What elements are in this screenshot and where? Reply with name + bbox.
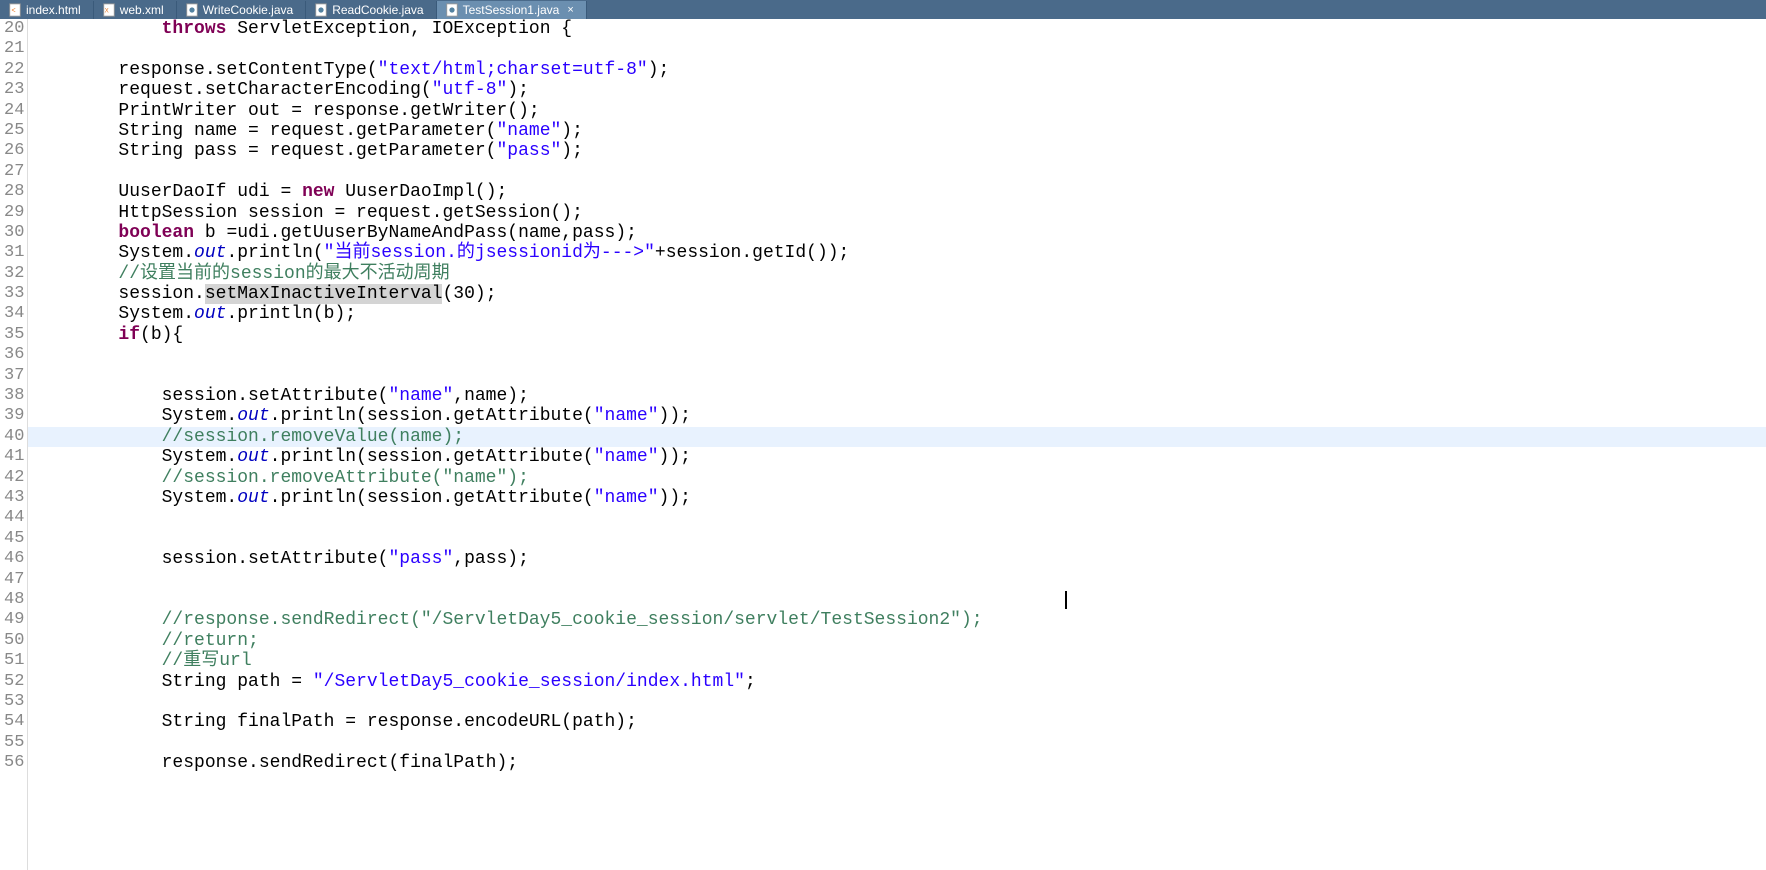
line-number: 54 bbox=[0, 712, 23, 732]
code-line[interactable]: session.setAttribute("name",name); bbox=[28, 386, 1766, 406]
line-number: 32 bbox=[0, 264, 23, 284]
code-line[interactable]: System.out.println(b); bbox=[28, 304, 1766, 324]
code-line[interactable]: System.out.println(session.getAttribute(… bbox=[28, 488, 1766, 508]
tab-readcookie-java[interactable]: ReadCookie.java bbox=[306, 1, 436, 19]
code-line[interactable]: if(b){ bbox=[28, 325, 1766, 345]
tab-bar: < index.html X web.xml WriteCookie.java … bbox=[0, 0, 1766, 19]
line-number: 52 bbox=[0, 672, 23, 692]
code-line[interactable]: System.out.println("当前session.的jsessioni… bbox=[28, 243, 1766, 263]
line-number: 40 bbox=[0, 427, 23, 447]
code-line[interactable] bbox=[28, 508, 1766, 528]
line-number: 30 bbox=[0, 223, 23, 243]
code-line[interactable] bbox=[28, 692, 1766, 712]
html-file-icon: < bbox=[8, 3, 22, 17]
code-line[interactable]: HttpSession session = request.getSession… bbox=[28, 203, 1766, 223]
line-number: 24 bbox=[0, 101, 23, 121]
java-file-icon bbox=[185, 3, 199, 17]
line-number: 42 bbox=[0, 468, 23, 488]
text-cursor bbox=[1065, 591, 1067, 609]
code-line[interactable]: //return; bbox=[28, 631, 1766, 651]
line-number: 29 bbox=[0, 203, 23, 223]
code-line[interactable] bbox=[28, 570, 1766, 590]
code-line[interactable]: String path = "/ServletDay5_cookie_sessi… bbox=[28, 672, 1766, 692]
line-number: 39 bbox=[0, 406, 23, 426]
line-number: 33 bbox=[0, 284, 23, 304]
line-number: 53 bbox=[0, 692, 23, 712]
code-line[interactable]: //session.removeValue(name); bbox=[28, 427, 1766, 447]
java-file-icon bbox=[445, 3, 459, 17]
code-line[interactable]: //设置当前的session的最大不活动周期 bbox=[28, 264, 1766, 284]
code-line[interactable]: session.setAttribute("pass",pass); bbox=[28, 549, 1766, 569]
code-editor[interactable]: throws ServletException, IOException { r… bbox=[28, 19, 1766, 870]
tab-label: index.html bbox=[26, 3, 81, 17]
line-number: 50 bbox=[0, 631, 23, 651]
java-file-icon bbox=[314, 3, 328, 17]
line-number: 55 bbox=[0, 733, 23, 753]
code-line[interactable]: response.sendRedirect(finalPath); bbox=[28, 753, 1766, 773]
code-line[interactable]: String finalPath = response.encodeURL(pa… bbox=[28, 712, 1766, 732]
line-number: 49 bbox=[0, 610, 23, 630]
code-line[interactable]: boolean b =udi.getUuserByNameAndPass(nam… bbox=[28, 223, 1766, 243]
line-number: 41 bbox=[0, 447, 23, 467]
line-number: 34 bbox=[0, 304, 23, 324]
line-number: 47 bbox=[0, 570, 23, 590]
line-number: 23 bbox=[0, 80, 23, 100]
tab-label: TestSession1.java bbox=[463, 3, 560, 17]
code-line[interactable]: UuserDaoIf udi = new UuserDaoImpl(); bbox=[28, 182, 1766, 202]
editor-container: 2021222324252627282930313233343536373839… bbox=[0, 19, 1766, 870]
line-number: 28 bbox=[0, 182, 23, 202]
line-number: 36 bbox=[0, 345, 23, 365]
svg-text:<: < bbox=[12, 7, 16, 14]
line-number: 45 bbox=[0, 529, 23, 549]
code-line[interactable]: String name = request.getParameter("name… bbox=[28, 121, 1766, 141]
tab-testsession1-java[interactable]: TestSession1.java × bbox=[437, 1, 587, 19]
code-line[interactable]: response.setContentType("text/html;chars… bbox=[28, 60, 1766, 80]
xml-file-icon: X bbox=[102, 3, 116, 17]
code-line[interactable] bbox=[28, 366, 1766, 386]
code-line[interactable] bbox=[28, 162, 1766, 182]
line-number: 27 bbox=[0, 162, 23, 182]
line-number-gutter[interactable]: 2021222324252627282930313233343536373839… bbox=[0, 19, 28, 870]
line-number: 20 bbox=[0, 19, 23, 39]
line-number: 38 bbox=[0, 386, 23, 406]
line-number: 56 bbox=[0, 753, 23, 773]
tab-web-xml[interactable]: X web.xml bbox=[94, 1, 177, 19]
close-icon[interactable]: × bbox=[567, 4, 573, 16]
code-line[interactable] bbox=[28, 529, 1766, 549]
line-number: 43 bbox=[0, 488, 23, 508]
svg-text:X: X bbox=[104, 7, 108, 14]
code-line[interactable]: //session.removeAttribute("name"); bbox=[28, 468, 1766, 488]
line-number: 44 bbox=[0, 508, 23, 528]
code-line[interactable] bbox=[28, 39, 1766, 59]
code-line[interactable]: //重写url bbox=[28, 651, 1766, 671]
code-line[interactable]: PrintWriter out = response.getWriter(); bbox=[28, 101, 1766, 121]
tab-index-html[interactable]: < index.html bbox=[0, 1, 94, 19]
code-line[interactable]: String pass = request.getParameter("pass… bbox=[28, 141, 1766, 161]
code-line[interactable]: //response.sendRedirect("/ServletDay5_co… bbox=[28, 610, 1766, 630]
code-line[interactable]: System.out.println(session.getAttribute(… bbox=[28, 406, 1766, 426]
line-number: 25 bbox=[0, 121, 23, 141]
tab-writecookie-java[interactable]: WriteCookie.java bbox=[177, 1, 306, 19]
line-number: 51 bbox=[0, 651, 23, 671]
tab-label: ReadCookie.java bbox=[332, 3, 423, 17]
code-line[interactable]: throws ServletException, IOException { bbox=[28, 19, 1766, 39]
line-number: 22 bbox=[0, 60, 23, 80]
line-number: 46 bbox=[0, 549, 23, 569]
line-number: 35 bbox=[0, 325, 23, 345]
tab-label: WriteCookie.java bbox=[203, 3, 293, 17]
code-line[interactable]: request.setCharacterEncoding("utf-8"); bbox=[28, 80, 1766, 100]
code-line[interactable]: System.out.println(session.getAttribute(… bbox=[28, 447, 1766, 467]
line-number: 21 bbox=[0, 39, 23, 59]
code-line[interactable] bbox=[28, 733, 1766, 753]
code-line[interactable] bbox=[28, 345, 1766, 365]
line-number: 48 bbox=[0, 590, 23, 610]
line-number: 26 bbox=[0, 141, 23, 161]
tab-label: web.xml bbox=[120, 3, 164, 17]
line-number: 37 bbox=[0, 366, 23, 386]
code-line[interactable]: session.setMaxInactiveInterval(30); bbox=[28, 284, 1766, 304]
line-number: 31 bbox=[0, 243, 23, 263]
code-line[interactable] bbox=[28, 590, 1766, 610]
